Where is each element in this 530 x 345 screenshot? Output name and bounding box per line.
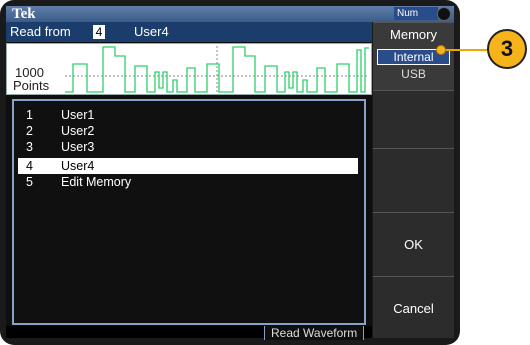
list-item-index: 5 xyxy=(26,175,33,189)
memory-option-usb[interactable]: USB xyxy=(373,67,454,81)
cancel-label: Cancel xyxy=(393,301,434,316)
brand-logo: Tek xyxy=(12,6,36,22)
list-item-index: 2 xyxy=(26,124,33,138)
callout-dot xyxy=(436,45,446,55)
read-from-header: Read from 4 User4 xyxy=(6,22,372,42)
main-screen: Read from 4 User4 1000 Points 1 User1 2 … xyxy=(6,22,372,340)
list-item-name: Edit Memory xyxy=(61,175,132,189)
list-item[interactable]: 2 User2 xyxy=(18,123,358,139)
callout-line xyxy=(440,49,490,51)
list-item-index: 4 xyxy=(26,159,33,173)
memory-list[interactable]: 1 User1 2 User2 3 User3 4 User4 5 Edit M… xyxy=(12,99,366,325)
list-item-name: User2 xyxy=(61,124,95,138)
list-item-selected[interactable]: 4 User4 xyxy=(18,158,358,174)
list-item-name: User3 xyxy=(61,140,95,154)
read-from-number: 4 xyxy=(93,25,105,39)
list-item-index: 1 xyxy=(26,108,33,122)
knob-icon xyxy=(438,8,450,20)
callout-number: 3 xyxy=(487,29,527,69)
list-item[interactable]: 1 User1 xyxy=(18,107,358,123)
memory-menu-button[interactable]: Memory Internal USB xyxy=(373,22,454,90)
list-item[interactable]: 5 Edit Memory xyxy=(18,174,358,190)
waveform-trace xyxy=(65,46,369,93)
memory-title: Memory xyxy=(390,27,437,42)
num-lock-badge: Num xyxy=(394,7,438,20)
cancel-button[interactable]: Cancel xyxy=(373,276,454,338)
waveform-preview: 1000 Points xyxy=(6,43,372,95)
side-button-blank-1[interactable] xyxy=(373,90,454,148)
list-item-index: 3 xyxy=(26,140,33,154)
side-menu: Memory Internal USB OK Cancel xyxy=(373,22,454,338)
list-item[interactable]: 3 User3 xyxy=(18,139,358,155)
list-item-name: User4 xyxy=(61,159,95,173)
waveform-polyline xyxy=(65,46,369,93)
read-from-label: Read from xyxy=(10,24,71,39)
ok-label: OK xyxy=(404,237,423,252)
instrument-display: Tek Num Read from 4 User4 1000 Points 1 … xyxy=(0,0,460,345)
tab-read-waveform[interactable]: Read Waveform xyxy=(264,326,365,340)
ok-button[interactable]: OK xyxy=(373,212,454,276)
list-item-name: User1 xyxy=(61,108,95,122)
status-bar: Tek Num xyxy=(6,6,454,22)
read-from-name: User4 xyxy=(134,24,169,39)
side-button-blank-2[interactable] xyxy=(373,148,454,212)
